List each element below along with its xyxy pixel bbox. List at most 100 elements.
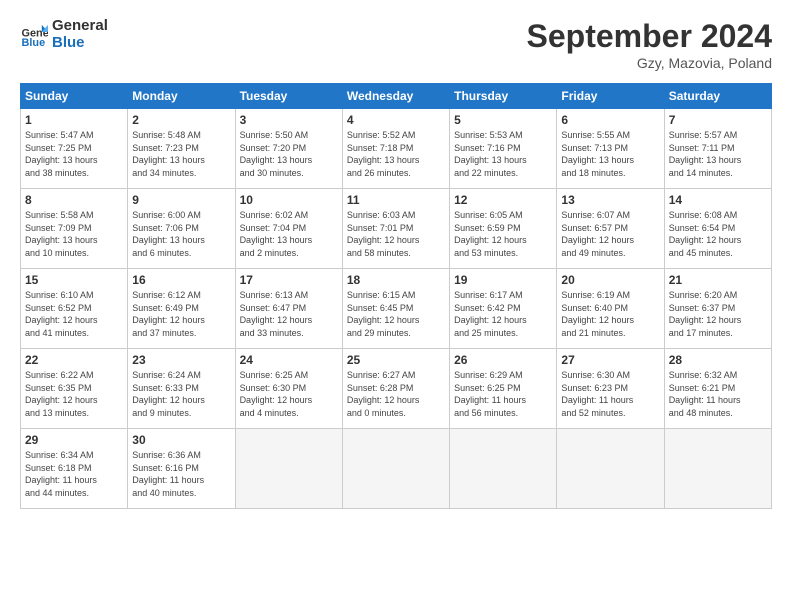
table-row: 26Sunrise: 6:29 AMSunset: 6:25 PMDayligh…: [450, 349, 557, 429]
table-row: 18 Sunrise: 6:15 AMSunset: 6:45 PMDayligh…: [342, 269, 449, 349]
day-number: 25: [347, 353, 445, 367]
day-number: 29: [25, 433, 123, 447]
day-info: Sunrise: 6:25 AMSunset: 6:30 PMDaylight:…: [240, 370, 313, 418]
day-number: 8: [25, 193, 123, 207]
logo-blue: Blue: [52, 35, 108, 52]
day-number: 9: [132, 193, 230, 207]
day-info: Sunrise: 6:17 AMSunset: 6:42 PMDaylight:…: [454, 290, 527, 338]
day-info: Sunrise: 5:58 AMSunset: 7:09 PMDaylight:…: [25, 210, 98, 258]
table-row: [342, 429, 449, 509]
day-number: 11: [347, 193, 445, 207]
day-number: 3: [240, 113, 338, 127]
calendar-week-row: 15 Sunrise: 6:10 AMSunset: 6:52 PMDayligh…: [21, 269, 772, 349]
day-info: Sunrise: 6:27 AMSunset: 6:28 PMDaylight:…: [347, 370, 420, 418]
day-info: Sunrise: 5:53 AMSunset: 7:16 PMDaylight:…: [454, 130, 527, 178]
day-info: Sunrise: 6:13 AMSunset: 6:47 PMDaylight:…: [240, 290, 313, 338]
table-row: 20Sunrise: 6:19 AMSunset: 6:40 PMDayligh…: [557, 269, 664, 349]
day-info: Sunrise: 5:52 AMSunset: 7:18 PMDaylight:…: [347, 130, 420, 178]
table-row: 9 Sunrise: 6:00 AMSunset: 7:06 PMDaylight…: [128, 189, 235, 269]
header-monday: Monday: [128, 84, 235, 109]
day-info: Sunrise: 6:08 AMSunset: 6:54 PMDaylight:…: [669, 210, 742, 258]
table-row: 8 Sunrise: 5:58 AMSunset: 7:09 PMDaylight…: [21, 189, 128, 269]
logo-icon: General Blue: [20, 21, 48, 49]
table-row: 29Sunrise: 6:34 AMSunset: 6:18 PMDayligh…: [21, 429, 128, 509]
table-row: 10Sunrise: 6:02 AMSunset: 7:04 PMDayligh…: [235, 189, 342, 269]
day-number: 13: [561, 193, 659, 207]
day-info: Sunrise: 5:50 AMSunset: 7:20 PMDaylight:…: [240, 130, 313, 178]
day-number: 7: [669, 113, 767, 127]
day-number: 5: [454, 113, 552, 127]
day-info: Sunrise: 5:57 AMSunset: 7:11 PMDaylight:…: [669, 130, 742, 178]
day-info: Sunrise: 6:07 AMSunset: 6:57 PMDaylight:…: [561, 210, 634, 258]
day-number: 15: [25, 273, 123, 287]
day-info: Sunrise: 6:05 AMSunset: 6:59 PMDaylight:…: [454, 210, 527, 258]
table-row: [450, 429, 557, 509]
day-number: 6: [561, 113, 659, 127]
table-row: 24 Sunrise: 6:25 AMSunset: 6:30 PMDayligh…: [235, 349, 342, 429]
day-info: Sunrise: 6:32 AMSunset: 6:21 PMDaylight:…: [669, 370, 741, 418]
header-saturday: Saturday: [664, 84, 771, 109]
calendar-week-row: 29Sunrise: 6:34 AMSunset: 6:18 PMDayligh…: [21, 429, 772, 509]
table-row: 4 Sunrise: 5:52 AMSunset: 7:18 PMDaylight…: [342, 109, 449, 189]
table-row: 19 Sunrise: 6:17 AMSunset: 6:42 PMDayligh…: [450, 269, 557, 349]
calendar-table: Sunday Monday Tuesday Wednesday Thursday…: [20, 83, 772, 509]
day-info: Sunrise: 6:12 AMSunset: 6:49 PMDaylight:…: [132, 290, 205, 338]
table-row: 3 Sunrise: 5:50 AMSunset: 7:20 PMDaylight…: [235, 109, 342, 189]
calendar-week-row: 8 Sunrise: 5:58 AMSunset: 7:09 PMDaylight…: [21, 189, 772, 269]
day-number: 26: [454, 353, 552, 367]
day-number: 19: [454, 273, 552, 287]
table-row: 11 Sunrise: 6:03 AMSunset: 7:01 PMDayligh…: [342, 189, 449, 269]
table-row: 21 Sunrise: 6:20 AMSunset: 6:37 PMDayligh…: [664, 269, 771, 349]
day-info: Sunrise: 5:55 AMSunset: 7:13 PMDaylight:…: [561, 130, 634, 178]
day-info: Sunrise: 5:47 AMSunset: 7:25 PMDaylight:…: [25, 130, 98, 178]
table-row: [557, 429, 664, 509]
table-row: 23Sunrise: 6:24 AMSunset: 6:33 PMDayligh…: [128, 349, 235, 429]
calendar-week-row: 1Sunrise: 5:47 AMSunset: 7:25 PMDaylight…: [21, 109, 772, 189]
day-number: 17: [240, 273, 338, 287]
table-row: 14 Sunrise: 6:08 AMSunset: 6:54 PMDayligh…: [664, 189, 771, 269]
day-info: Sunrise: 6:19 AMSunset: 6:40 PMDaylight:…: [561, 290, 634, 338]
table-row: [664, 429, 771, 509]
header-friday: Friday: [557, 84, 664, 109]
day-number: 24: [240, 353, 338, 367]
table-row: 17 Sunrise: 6:13 AMSunset: 6:47 PMDayligh…: [235, 269, 342, 349]
location-subtitle: Gzy, Mazovia, Poland: [527, 55, 772, 71]
day-info: Sunrise: 6:03 AMSunset: 7:01 PMDaylight:…: [347, 210, 420, 258]
title-area: September 2024 Gzy, Mazovia, Poland: [527, 18, 772, 71]
calendar-week-row: 22Sunrise: 6:22 AMSunset: 6:35 PMDayligh…: [21, 349, 772, 429]
day-info: Sunrise: 6:02 AMSunset: 7:04 PMDaylight:…: [240, 210, 313, 258]
table-row: 16 Sunrise: 6:12 AMSunset: 6:49 PMDayligh…: [128, 269, 235, 349]
header-wednesday: Wednesday: [342, 84, 449, 109]
day-info: Sunrise: 5:48 AMSunset: 7:23 PMDaylight:…: [132, 130, 205, 178]
table-row: 12Sunrise: 6:05 AMSunset: 6:59 PMDayligh…: [450, 189, 557, 269]
day-info: Sunrise: 6:15 AMSunset: 6:45 PMDaylight:…: [347, 290, 420, 338]
day-number: 22: [25, 353, 123, 367]
day-number: 4: [347, 113, 445, 127]
day-info: Sunrise: 6:36 AMSunset: 6:16 PMDaylight:…: [132, 450, 204, 498]
day-number: 21: [669, 273, 767, 287]
table-row: [235, 429, 342, 509]
day-number: 18: [347, 273, 445, 287]
header-tuesday: Tuesday: [235, 84, 342, 109]
header-sunday: Sunday: [21, 84, 128, 109]
day-number: 16: [132, 273, 230, 287]
day-info: Sunrise: 6:20 AMSunset: 6:37 PMDaylight:…: [669, 290, 742, 338]
day-info: Sunrise: 6:24 AMSunset: 6:33 PMDaylight:…: [132, 370, 205, 418]
logo: General Blue General Blue: [20, 18, 108, 51]
table-row: 30Sunrise: 6:36 AMSunset: 6:16 PMDayligh…: [128, 429, 235, 509]
table-row: 28 Sunrise: 6:32 AMSunset: 6:21 PMDayligh…: [664, 349, 771, 429]
table-row: 1Sunrise: 5:47 AMSunset: 7:25 PMDaylight…: [21, 109, 128, 189]
day-info: Sunrise: 6:30 AMSunset: 6:23 PMDaylight:…: [561, 370, 633, 418]
day-info: Sunrise: 6:10 AMSunset: 6:52 PMDaylight:…: [25, 290, 98, 338]
table-row: 15 Sunrise: 6:10 AMSunset: 6:52 PMDayligh…: [21, 269, 128, 349]
table-row: 25 Sunrise: 6:27 AMSunset: 6:28 PMDayligh…: [342, 349, 449, 429]
table-row: 6 Sunrise: 5:55 AMSunset: 7:13 PMDaylight…: [557, 109, 664, 189]
table-row: 5 Sunrise: 5:53 AMSunset: 7:16 PMDaylight…: [450, 109, 557, 189]
table-row: 22Sunrise: 6:22 AMSunset: 6:35 PMDayligh…: [21, 349, 128, 429]
day-number: 14: [669, 193, 767, 207]
day-info: Sunrise: 6:00 AMSunset: 7:06 PMDaylight:…: [132, 210, 205, 258]
day-number: 28: [669, 353, 767, 367]
svg-text:Blue: Blue: [22, 36, 46, 48]
table-row: 13 Sunrise: 6:07 AMSunset: 6:57 PMDayligh…: [557, 189, 664, 269]
table-row: 7 Sunrise: 5:57 AMSunset: 7:11 PMDaylight…: [664, 109, 771, 189]
